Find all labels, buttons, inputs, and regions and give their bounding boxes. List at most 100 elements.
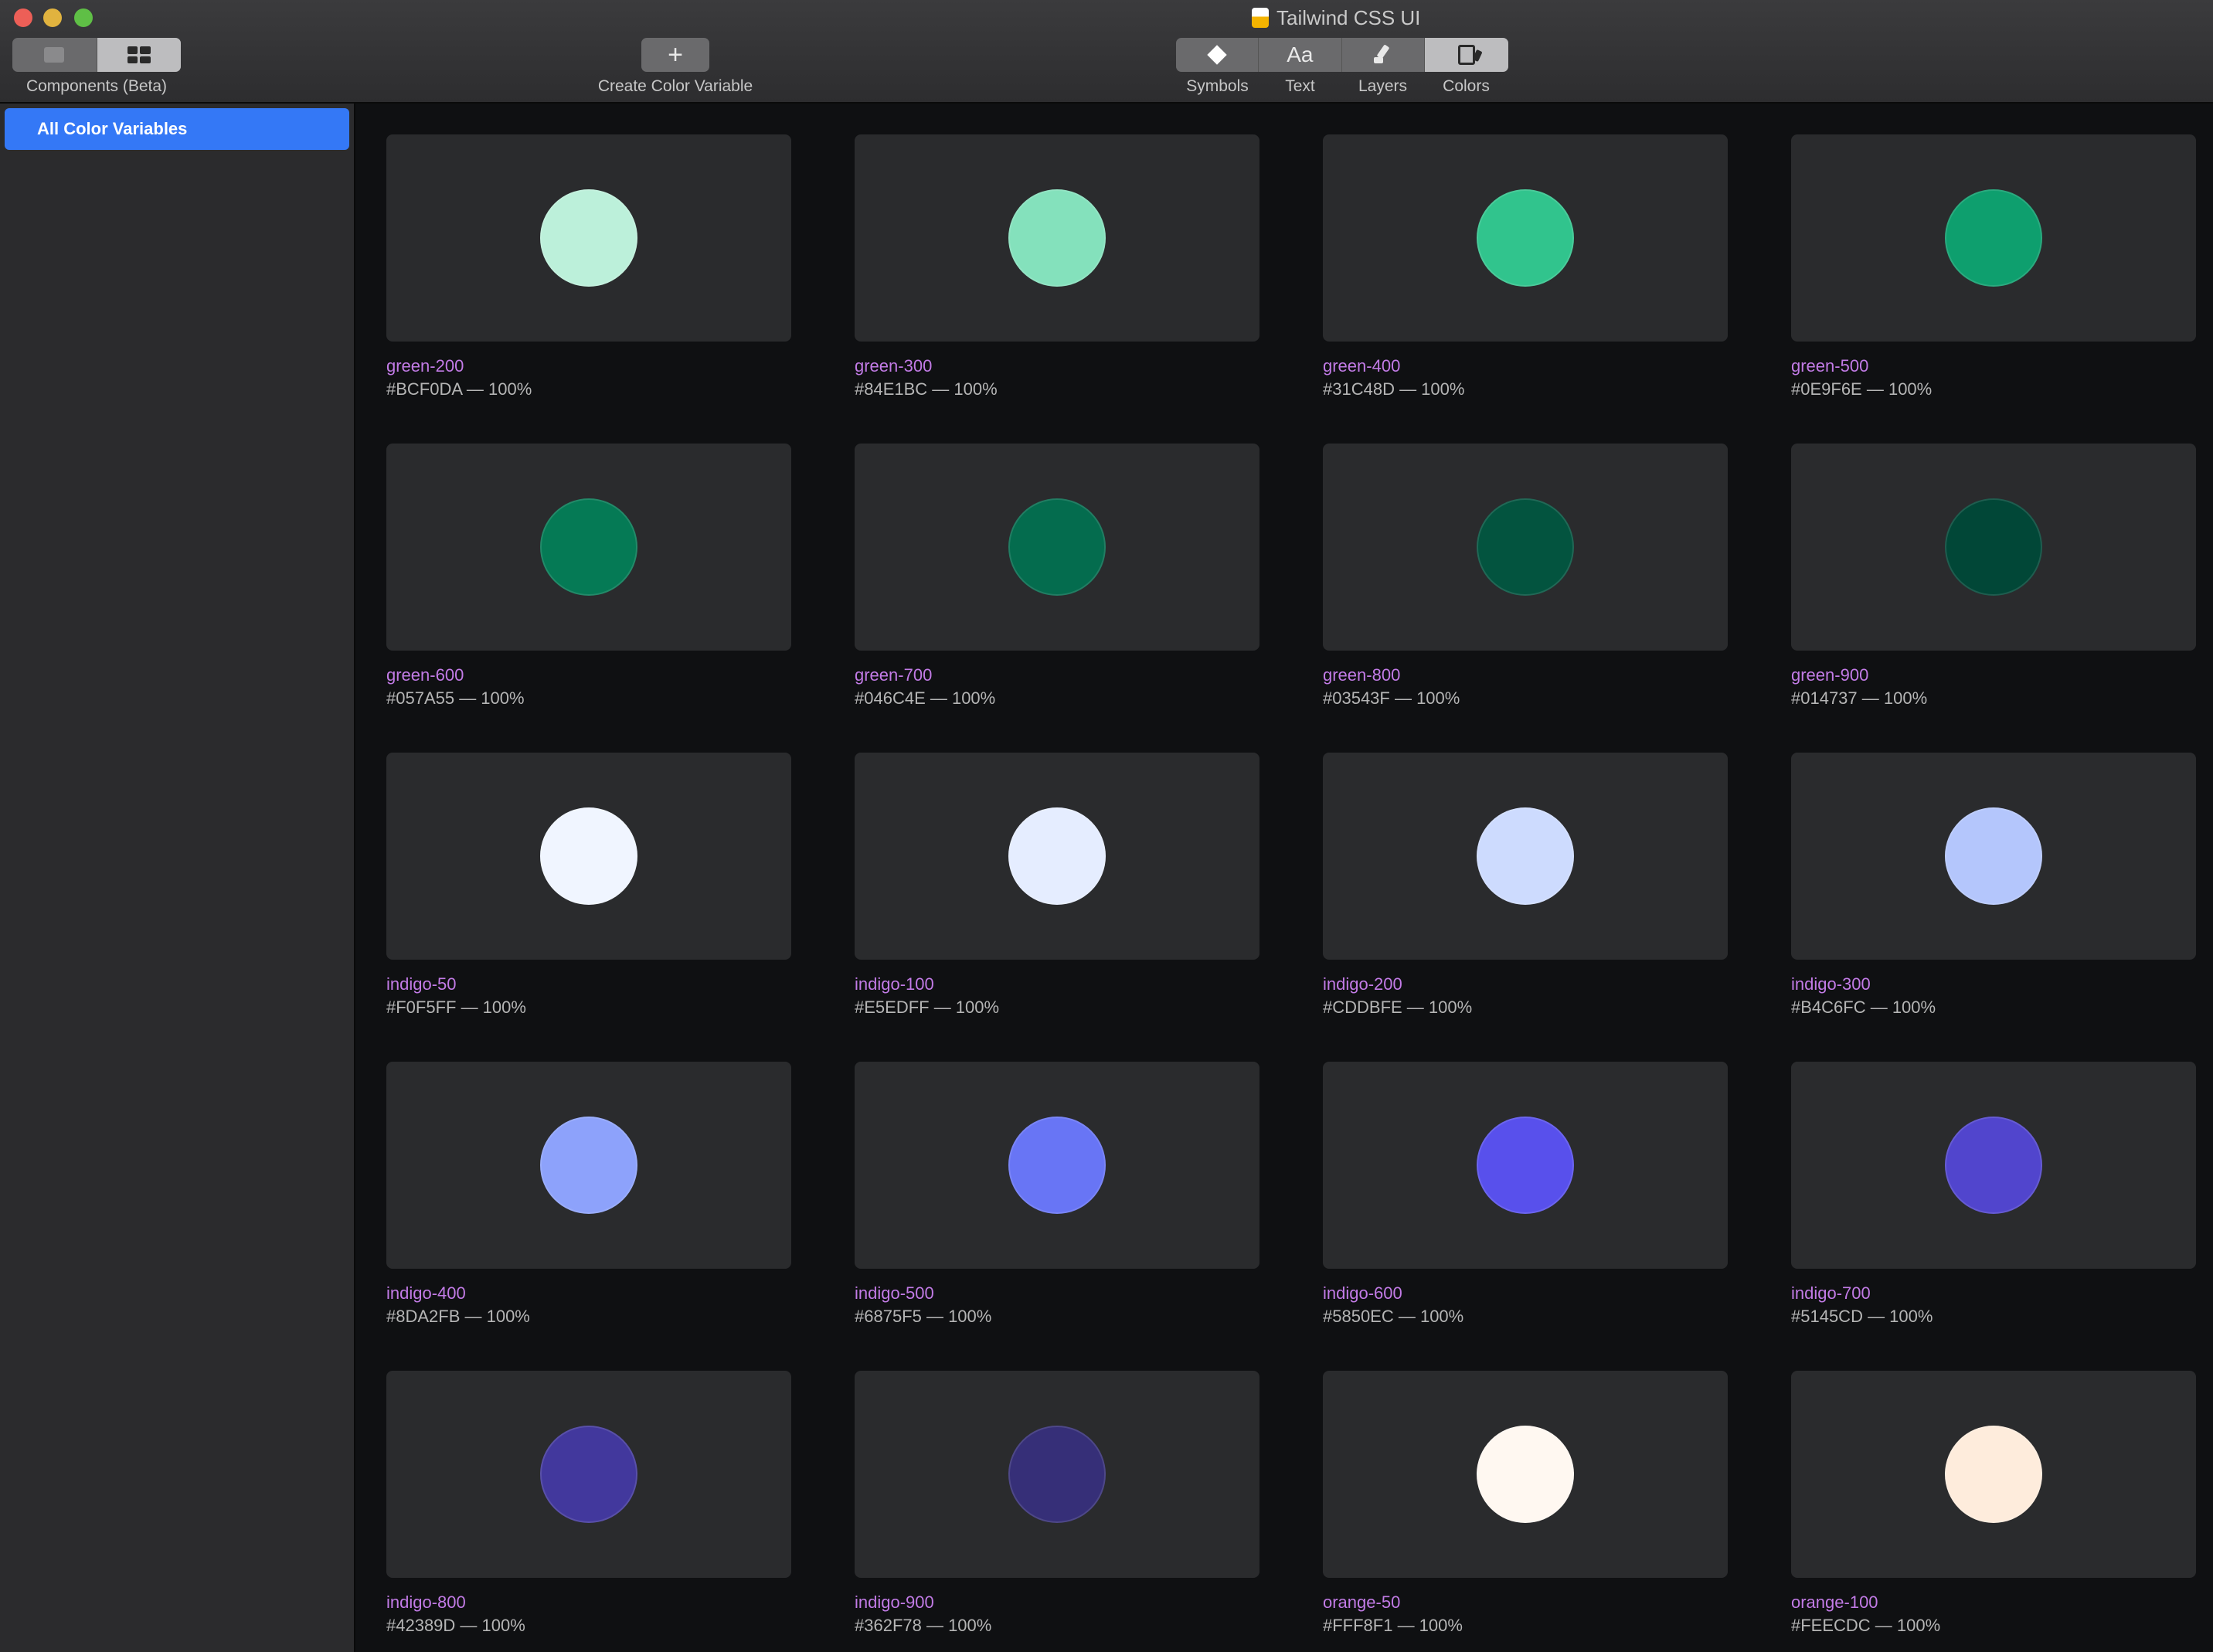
color-preview[interactable] bbox=[386, 753, 791, 960]
app-icon bbox=[1252, 8, 1269, 28]
color-preview[interactable] bbox=[1323, 1371, 1728, 1578]
color-hex-value: #057A55 — 100% bbox=[386, 688, 525, 708]
color-card[interactable]: indigo-300 #B4C6FC — 100% bbox=[1791, 753, 2196, 1020]
color-swatch bbox=[1008, 498, 1106, 596]
color-card[interactable]: green-700 #046C4E — 100% bbox=[855, 444, 1259, 711]
color-name: indigo-900 bbox=[855, 1593, 934, 1612]
color-preview[interactable] bbox=[855, 1062, 1259, 1269]
color-name: indigo-200 bbox=[1323, 974, 1402, 994]
single-view-button[interactable] bbox=[12, 38, 97, 72]
color-card[interactable]: green-400 #31C48D — 100% bbox=[1323, 134, 1728, 402]
color-hex-value: #5145CD — 100% bbox=[1791, 1307, 1933, 1326]
color-swatch bbox=[1477, 189, 1574, 287]
color-hex-value: #362F78 — 100% bbox=[855, 1616, 992, 1635]
tab-colors[interactable] bbox=[1424, 38, 1508, 72]
color-card[interactable]: green-300 #84E1BC — 100% bbox=[855, 134, 1259, 402]
color-preview[interactable] bbox=[1791, 134, 2196, 342]
color-card[interactable]: indigo-400 #8DA2FB — 100% bbox=[386, 1062, 791, 1329]
color-card[interactable]: indigo-50 #F0F5FF — 100% bbox=[386, 753, 791, 1020]
color-name: indigo-400 bbox=[386, 1283, 466, 1303]
color-preview[interactable] bbox=[386, 134, 791, 342]
color-preview[interactable] bbox=[1323, 134, 1728, 342]
text-label: Text bbox=[1285, 77, 1315, 95]
color-hex-value: #FFF8F1 — 100% bbox=[1323, 1616, 1463, 1635]
color-card[interactable]: green-200 #BCF0DA — 100% bbox=[386, 134, 791, 402]
color-name: green-700 bbox=[855, 665, 933, 685]
color-card[interactable]: indigo-600 #5850EC — 100% bbox=[1323, 1062, 1728, 1329]
color-card[interactable]: indigo-500 #6875F5 — 100% bbox=[855, 1062, 1259, 1329]
color-name: indigo-700 bbox=[1791, 1283, 1871, 1303]
color-swatch bbox=[1008, 189, 1106, 287]
tab-layers[interactable] bbox=[1342, 38, 1425, 72]
color-hex-value: #84E1BC — 100% bbox=[855, 379, 998, 399]
color-hex-value: #046C4E — 100% bbox=[855, 688, 996, 708]
minimize-window-button[interactable] bbox=[43, 8, 62, 27]
color-card[interactable]: orange-50 #FFF8F1 — 100% bbox=[1323, 1371, 1728, 1638]
color-card[interactable]: indigo-100 #E5EDFF — 100% bbox=[855, 753, 1259, 1020]
color-preview[interactable] bbox=[855, 444, 1259, 651]
colors-label: Colors bbox=[1443, 77, 1490, 95]
color-swatch bbox=[1477, 807, 1574, 905]
tab-text[interactable]: Aa bbox=[1259, 38, 1342, 72]
color-name: indigo-600 bbox=[1323, 1283, 1402, 1303]
color-card[interactable]: indigo-700 #5145CD — 100% bbox=[1791, 1062, 2196, 1329]
color-swatch bbox=[1945, 498, 2042, 596]
color-preview[interactable] bbox=[855, 753, 1259, 960]
color-hex-value: #8DA2FB — 100% bbox=[386, 1307, 530, 1326]
color-hex-value: #42389D — 100% bbox=[386, 1616, 525, 1635]
color-preview[interactable] bbox=[1791, 1371, 2196, 1578]
close-window-button[interactable] bbox=[14, 8, 32, 27]
color-name: indigo-300 bbox=[1791, 974, 1871, 994]
color-preview[interactable] bbox=[1791, 753, 2196, 960]
single-card-icon bbox=[44, 47, 65, 63]
color-hex-value: #FEECDC — 100% bbox=[1791, 1616, 1941, 1635]
color-preview[interactable] bbox=[386, 444, 791, 651]
color-card[interactable]: indigo-200 #CDDBFE — 100% bbox=[1323, 753, 1728, 1020]
zoom-window-button[interactable] bbox=[74, 8, 93, 27]
color-swatch bbox=[1008, 807, 1106, 905]
color-swatch bbox=[1945, 1117, 2042, 1214]
color-preview[interactable] bbox=[1791, 1062, 2196, 1269]
color-preview[interactable] bbox=[1323, 1062, 1728, 1269]
color-preview[interactable] bbox=[386, 1371, 791, 1578]
color-name: green-600 bbox=[386, 665, 464, 685]
plus-icon: + bbox=[668, 39, 683, 70]
grid-view-button[interactable] bbox=[97, 38, 181, 72]
color-variables-grid: green-200 #BCF0DA — 100% green-300 #84E1BC … bbox=[355, 104, 2213, 1652]
color-name: green-500 bbox=[1791, 356, 1869, 376]
color-card[interactable]: indigo-900 #362F78 — 100% bbox=[855, 1371, 1259, 1638]
color-hex-value: #014737 — 100% bbox=[1791, 688, 1928, 708]
sidebar-item-all-color-variables[interactable]: All Color Variables bbox=[5, 108, 349, 150]
color-hex-value: #F0F5FF — 100% bbox=[386, 998, 526, 1017]
create-color-variable-button[interactable]: + bbox=[641, 38, 709, 72]
color-card[interactable]: green-600 #057A55 — 100% bbox=[386, 444, 791, 711]
color-hex-value: #6875F5 — 100% bbox=[855, 1307, 992, 1326]
color-swatch bbox=[1945, 1426, 2042, 1523]
color-hex-value: #CDDBFE — 100% bbox=[1323, 998, 1473, 1017]
color-swatch bbox=[1477, 1117, 1574, 1214]
color-card[interactable]: indigo-800 #42389D — 100% bbox=[386, 1371, 791, 1638]
color-swatch bbox=[540, 807, 637, 905]
brush-icon bbox=[1372, 45, 1394, 65]
color-card[interactable]: orange-100 #FEECDC — 100% bbox=[1791, 1371, 2196, 1638]
text-icon: Aa bbox=[1287, 42, 1314, 66]
color-preview[interactable] bbox=[386, 1062, 791, 1269]
color-card[interactable]: green-500 #0E9F6E — 100% bbox=[1791, 134, 2196, 402]
color-preview[interactable] bbox=[1323, 753, 1728, 960]
color-preview[interactable] bbox=[1323, 444, 1728, 651]
color-name: green-900 bbox=[1791, 665, 1869, 685]
color-preview[interactable] bbox=[855, 1371, 1259, 1578]
diamond-icon bbox=[1207, 45, 1227, 65]
window-title: Tailwind CSS UI bbox=[1252, 5, 1420, 31]
color-name: indigo-50 bbox=[386, 974, 457, 994]
view-switcher: Aa bbox=[1176, 38, 1508, 72]
tab-symbols[interactable] bbox=[1176, 38, 1259, 72]
color-preview[interactable] bbox=[855, 134, 1259, 342]
color-name: green-200 bbox=[386, 356, 464, 376]
color-hex-value: #BCF0DA — 100% bbox=[386, 379, 532, 399]
layers-label: Layers bbox=[1358, 77, 1408, 95]
color-name: green-300 bbox=[855, 356, 933, 376]
color-card[interactable]: green-800 #03543F — 100% bbox=[1323, 444, 1728, 711]
color-preview[interactable] bbox=[1791, 444, 2196, 651]
color-card[interactable]: green-900 #014737 — 100% bbox=[1791, 444, 2196, 711]
